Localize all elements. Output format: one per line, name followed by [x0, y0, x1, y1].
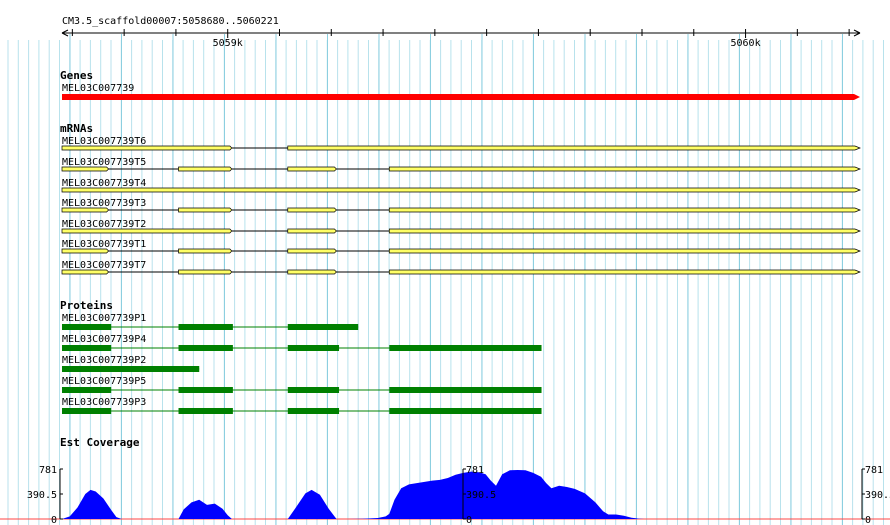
- mrna-exon[interactable]: [287, 207, 337, 213]
- coverage-axis-min: 0: [466, 515, 472, 525]
- protein-segment[interactable]: [389, 387, 542, 393]
- background-grid: [7, 34, 884, 525]
- mrna-exon[interactable]: [388, 166, 861, 172]
- mrna-label[interactable]: MEL03C007739T1: [62, 239, 146, 250]
- protein-label[interactable]: MEL03C007739P3: [62, 397, 146, 408]
- mrna-label[interactable]: MEL03C007739T2: [62, 219, 146, 230]
- mrna-exon[interactable]: [388, 269, 861, 275]
- coverage-axis-max: 781: [865, 465, 883, 476]
- coverage-axis-right: 781 390.5 0: [861, 465, 890, 525]
- mrna-exon[interactable]: [388, 248, 861, 254]
- mrna-exon[interactable]: [287, 166, 337, 172]
- protein-segment[interactable]: [178, 408, 233, 414]
- coverage-axis-max: 781: [466, 465, 484, 476]
- protein-segment[interactable]: [287, 324, 359, 330]
- coverage-axis-mid: 390.5: [466, 490, 496, 501]
- est-coverage-title: Est Coverage: [60, 436, 140, 449]
- gene-feature-MEL03C007739[interactable]: [62, 94, 860, 100]
- genome-browser: CM3.5_scaffold00007:5058680..5060221 505…: [0, 0, 890, 525]
- mrna-exon[interactable]: [178, 269, 233, 275]
- mrna-exon[interactable]: [178, 248, 233, 254]
- mrna-label[interactable]: MEL03C007739T5: [62, 157, 146, 168]
- est-coverage-track: Est Coverage 781 390.5 0 781 390.5 0 781…: [0, 436, 890, 525]
- mrna-label[interactable]: MEL03C007739T4: [62, 178, 146, 189]
- genome-browser-canvas: CM3.5_scaffold00007:5058680..5060221 505…: [0, 16, 890, 525]
- coverage-axis-min: 0: [865, 515, 871, 525]
- mrna-exon[interactable]: [287, 269, 337, 275]
- protein-segment[interactable]: [178, 345, 233, 351]
- protein-segment[interactable]: [62, 366, 200, 372]
- protein-segment[interactable]: [62, 387, 112, 393]
- mrna-exon[interactable]: [61, 228, 233, 234]
- mrna-label[interactable]: MEL03C007739T6: [62, 136, 146, 147]
- coverage-axis-max: 781: [39, 465, 57, 476]
- protein-segment[interactable]: [389, 345, 542, 351]
- mrna-exon[interactable]: [287, 248, 337, 254]
- protein-label[interactable]: MEL03C007739P2: [62, 355, 146, 366]
- protein-segment[interactable]: [178, 324, 233, 330]
- mrna-exon[interactable]: [61, 187, 861, 193]
- protein-segment[interactable]: [389, 408, 542, 414]
- mrna-exon[interactable]: [61, 207, 110, 213]
- mrna-exon[interactable]: [61, 248, 110, 254]
- mrna-exon[interactable]: [388, 228, 861, 234]
- proteins-track-title: Proteins: [60, 299, 113, 312]
- protein-segment[interactable]: [178, 387, 233, 393]
- protein-label[interactable]: MEL03C007739P5: [62, 376, 146, 387]
- mrna-label[interactable]: MEL03C007739T7: [62, 260, 146, 271]
- mrna-exon[interactable]: [287, 145, 861, 151]
- coverage-axis-left: 781 390.5 0: [27, 465, 63, 525]
- coverage-area: [62, 470, 679, 519]
- proteins-track: Proteins MEL03C007739P1 MEL03C007739P4 M…: [60, 299, 542, 414]
- mrna-exon[interactable]: [287, 228, 337, 234]
- mrna-exon[interactable]: [178, 166, 233, 172]
- genes-track-title: Genes: [60, 69, 93, 82]
- mrna-exon[interactable]: [178, 207, 233, 213]
- protein-label[interactable]: MEL03C007739P4: [62, 334, 146, 345]
- mrnas-track-title: mRNAs: [60, 122, 93, 135]
- protein-segment[interactable]: [62, 324, 112, 330]
- protein-segment[interactable]: [287, 345, 340, 351]
- protein-segment[interactable]: [287, 408, 340, 414]
- region-label: CM3.5_scaffold00007:5058680..5060221: [62, 16, 279, 27]
- protein-label[interactable]: MEL03C007739P1: [62, 313, 146, 324]
- protein-segment[interactable]: [62, 345, 112, 351]
- protein-segment[interactable]: [287, 387, 340, 393]
- protein-segment[interactable]: [62, 408, 112, 414]
- mrna-label[interactable]: MEL03C007739T3: [62, 198, 146, 209]
- ruler-tick-label: 5060k: [731, 38, 761, 49]
- mrna-exon[interactable]: [61, 166, 110, 172]
- coverage-axis-mid: 390.5: [865, 490, 890, 501]
- mrna-exon[interactable]: [61, 145, 233, 151]
- coverage-axis-mid: 390.5: [27, 490, 57, 501]
- ruler-tick-label: 5059k: [213, 38, 243, 49]
- gene-label[interactable]: MEL03C007739: [62, 83, 134, 94]
- mrna-exon[interactable]: [388, 207, 861, 213]
- mrna-exon[interactable]: [61, 269, 110, 275]
- coverage-axis-min: 0: [51, 515, 57, 525]
